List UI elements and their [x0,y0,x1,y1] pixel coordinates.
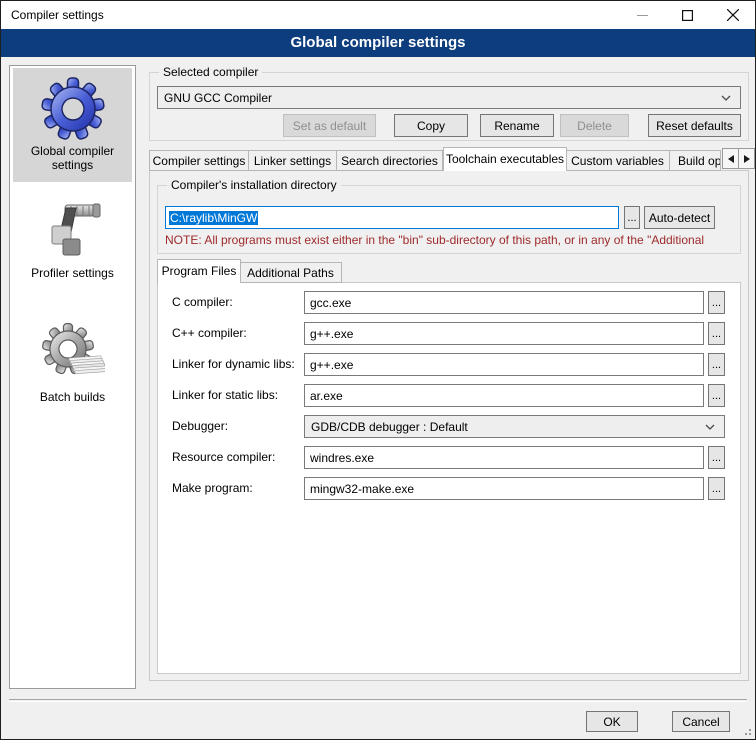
tab-build-options[interactable]: Build options [670,150,721,171]
tab-custom-variables[interactable]: Custom variables [566,150,670,171]
close-icon [727,9,739,21]
tab-scroll-right-button[interactable] [738,148,755,169]
footer-divider [9,699,747,702]
minimize-icon [637,10,648,21]
install-dir-browse-button[interactable]: ... [624,206,640,229]
tab-scroll-controls [722,148,755,169]
program-files-tabs: Program Files Additional Paths [157,259,342,283]
resource-compiler-input[interactable] [304,446,704,469]
program-files-page: C compiler: ... C++ compiler: ... Linker… [157,282,741,674]
auto-detect-button[interactable]: Auto-detect [644,206,715,229]
resize-grip[interactable] [742,726,752,736]
c-compiler-browse-button[interactable]: ... [708,291,725,314]
maximize-button[interactable] [665,1,710,29]
make-program-label: Make program: [172,477,253,500]
tab-scroll-left-button[interactable] [722,148,739,169]
compiler-settings-dialog: Compiler settings Global compiler settin… [0,0,756,740]
make-program-input[interactable] [304,477,704,500]
reset-defaults-button[interactable]: Reset defaults [648,114,741,137]
rename-button[interactable]: Rename [480,114,554,137]
install-dir-selected-text: C:\raylib\MinGW [169,211,258,225]
subtab-program-files[interactable]: Program Files [157,259,241,283]
cpp-compiler-input[interactable] [304,322,704,345]
install-dir-note: NOTE: All programs must exist either in … [165,233,738,247]
sidebar-item-batch-builds[interactable]: Batch builds [13,310,132,420]
sidebar-item-profiler-settings[interactable]: Profiler settings [13,186,132,296]
delete-button: Delete [560,114,629,137]
close-button[interactable] [710,1,755,29]
c-compiler-label: C compiler: [172,291,233,314]
page-title: Global compiler settings [1,29,755,57]
selected-compiler-group-label: Selected compiler [159,65,262,79]
debugger-select[interactable]: GDB/CDB debugger : Default [304,415,725,438]
tab-compiler-settings[interactable]: Compiler settings [149,150,249,171]
make-program-browse-button[interactable]: ... [708,477,725,500]
debugger-select-value: GDB/CDB debugger : Default [311,420,468,434]
copy-button[interactable]: Copy [394,114,468,137]
linker-static-label: Linker for static libs: [172,384,278,407]
sidebar-item-label: Global compiler settings [13,142,132,178]
cancel-button[interactable]: Cancel [672,711,730,732]
window-title: Compiler settings [11,1,104,29]
gray-gear-papers-icon [41,322,105,386]
arrow-left-icon [728,155,734,163]
chevron-down-icon [721,95,731,101]
minimize-button[interactable] [620,1,665,29]
cpp-compiler-browse-button[interactable]: ... [708,322,725,345]
arrow-right-icon [744,155,750,163]
resource-compiler-browse-button[interactable]: ... [708,446,725,469]
c-compiler-input[interactable] [304,291,704,314]
resource-compiler-label: Resource compiler: [172,446,275,469]
linker-dynamic-browse-button[interactable]: ... [708,353,725,376]
debugger-label: Debugger: [172,415,228,438]
chevron-down-icon [705,424,715,430]
linker-static-input[interactable] [304,384,704,407]
tab-toolchain-executables[interactable]: Toolchain executables [443,147,567,171]
titlebar: Compiler settings [1,1,755,29]
cpp-compiler-label: C++ compiler: [172,322,247,345]
compiler-select[interactable]: GNU GCC Compiler [157,86,741,109]
tab-search-directories[interactable]: Search directories [337,150,443,171]
sidebar-item-label: Profiler settings [13,264,132,286]
ok-button[interactable]: OK [586,711,638,732]
linker-dynamic-label: Linker for dynamic libs: [172,353,295,376]
install-dir-group: Compiler's installation directory C:\ray… [157,185,741,254]
linker-dynamic-input[interactable] [304,353,704,376]
settings-category-list: Global compiler settings Profiler settin… [9,65,136,689]
settings-tabs: Compiler settings Linker settings Search… [149,147,721,171]
install-dir-group-label: Compiler's installation directory [167,178,341,192]
sidebar-item-label: Batch builds [13,388,132,410]
linker-static-browse-button[interactable]: ... [708,384,725,407]
subtab-additional-paths[interactable]: Additional Paths [240,262,342,283]
maximize-icon [682,10,693,21]
sidebar-item-global-compiler-settings[interactable]: Global compiler settings [13,68,132,182]
install-dir-input[interactable]: C:\raylib\MinGW [165,206,619,229]
selected-compiler-group: Selected compiler GNU GCC Compiler Set a… [149,72,749,141]
tab-linker-settings[interactable]: Linker settings [249,150,337,171]
set-as-default-button: Set as default [283,114,376,137]
caliper-icon [41,198,105,262]
compiler-select-value: GNU GCC Compiler [164,91,272,105]
blue-gear-icon [41,76,105,140]
toolchain-executables-page: Compiler's installation directory C:\ray… [149,170,749,681]
